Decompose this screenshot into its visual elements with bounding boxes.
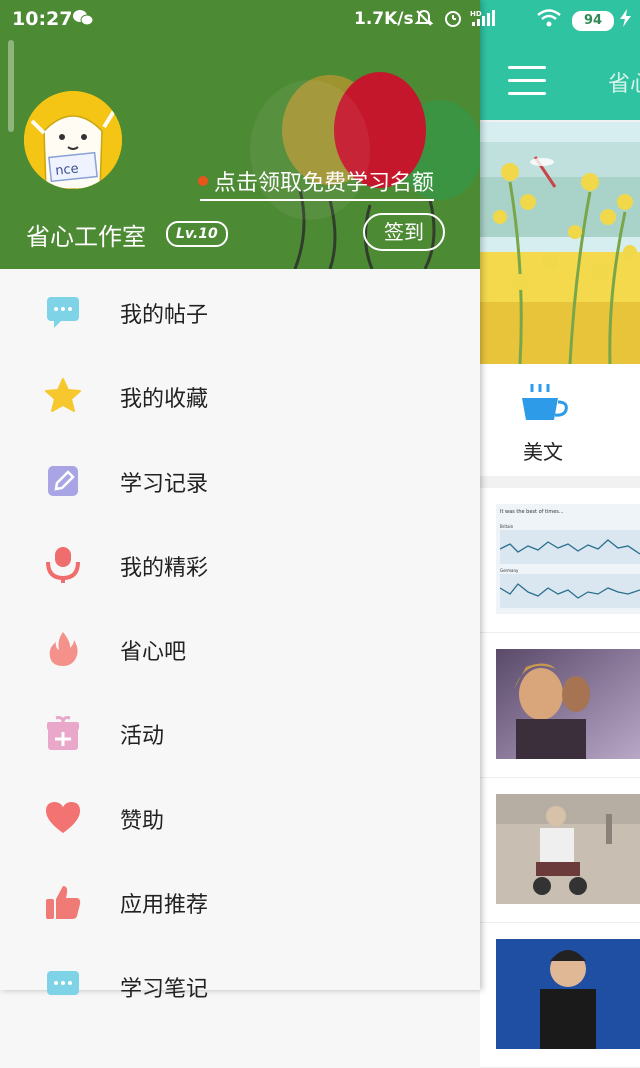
- wechat-icon: [72, 9, 94, 31]
- microphone-icon: [44, 546, 82, 584]
- mute-icon: [414, 8, 434, 32]
- navigation-drawer: nce 点击领取免费学习名额 省心工作室 Lv.10 签到 我的帖子 我的收藏: [0, 0, 480, 1002]
- username: 省心工作室: [26, 223, 146, 251]
- menu-label: 学习记录: [120, 471, 209, 497]
- menu-item-study-records[interactable]: 学习记录: [0, 438, 480, 522]
- menu-item-favorites[interactable]: 我的收藏: [0, 353, 480, 437]
- svg-text:HD: HD: [470, 10, 482, 18]
- thumb-chart-label: Germany: [500, 568, 519, 573]
- list-item[interactable]: [480, 778, 640, 923]
- menu-label: 活动: [120, 724, 165, 750]
- main-topbar-title: 省心: [608, 72, 640, 97]
- menu-label: 省心吧: [120, 640, 187, 666]
- menu-label: 应用推荐: [120, 893, 209, 919]
- chat-bubble-icon: [44, 293, 82, 331]
- menu-item-app-recommend[interactable]: 应用推荐: [0, 859, 480, 943]
- wifi-icon: [536, 8, 562, 32]
- menu-item-my-posts[interactable]: 我的帖子: [0, 269, 480, 353]
- edit-icon: [44, 462, 82, 500]
- hd-signal-icon: HD: [470, 8, 500, 32]
- list-item[interactable]: [480, 633, 640, 778]
- menu-item-sponsor[interactable]: 赞助: [0, 775, 480, 859]
- thumbs-up-icon: [44, 883, 82, 921]
- article-thumbnail: [496, 794, 640, 904]
- alarm-icon: [443, 8, 463, 32]
- menu-item-forum[interactable]: 省心吧: [0, 606, 480, 690]
- menu-label: 赞助: [120, 808, 165, 834]
- banner-image[interactable]: [480, 122, 640, 364]
- scroll-indicator: [8, 40, 14, 132]
- thumb-chart-title: It was the best of times...: [500, 509, 564, 515]
- status-time: 10:27: [12, 8, 73, 30]
- note-icon: [44, 967, 82, 1005]
- heart-icon: [44, 799, 82, 837]
- signin-button[interactable]: 签到: [363, 213, 445, 251]
- article-thumbnail: [496, 939, 640, 1049]
- menu-item-study-notes[interactable]: 学习笔记: [0, 943, 480, 1027]
- drawer-menu: 我的帖子 我的收藏 学习记录 我的精彩 省心吧 活动 赞助 应用推荐 学习笔记: [0, 269, 480, 1028]
- article-thumbnail: It was the best of times... Britain Germ…: [496, 504, 640, 614]
- main-content: 省心: [480, 0, 640, 1068]
- avatar-text: nce: [55, 161, 80, 178]
- star-icon: [44, 377, 82, 415]
- promo-link[interactable]: 点击领取免费学习名额: [198, 165, 435, 201]
- net-speed: 1.7K/s: [354, 9, 414, 29]
- battery-indicator: 94: [572, 11, 614, 31]
- menu-label: 学习笔记: [120, 977, 209, 1003]
- thumb-chart-label: Britain: [500, 524, 514, 529]
- menu-item-events[interactable]: 活动: [0, 690, 480, 774]
- category-card[interactable]: 美文: [480, 364, 640, 476]
- promo-dot: [198, 176, 208, 186]
- gift-icon: [44, 714, 82, 752]
- menu-label: 我的帖子: [120, 303, 209, 328]
- article-list: It was the best of times... Britain Germ…: [480, 488, 640, 1068]
- avatar[interactable]: nce: [24, 91, 122, 189]
- list-item[interactable]: It was the best of times... Britain Germ…: [480, 488, 640, 633]
- menu-label: 我的精彩: [120, 555, 209, 581]
- article-thumbnail: [496, 649, 640, 759]
- cup-icon: [520, 384, 568, 430]
- menu-icon[interactable]: [508, 66, 546, 105]
- status-bar: 10:27 1.7K/s HD 94: [0, 0, 640, 40]
- flame-icon: [44, 630, 82, 668]
- menu-label: 我的收藏: [120, 387, 209, 413]
- menu-item-highlights[interactable]: 我的精彩: [0, 522, 480, 606]
- list-item[interactable]: [480, 923, 640, 1068]
- charging-icon: [616, 8, 636, 32]
- drawer-header: nce 点击领取免费学习名额 省心工作室 Lv.10 签到: [0, 0, 480, 269]
- promo-text: 点击领取免费学习名额: [214, 171, 435, 196]
- category-label: 美文: [523, 440, 563, 464]
- level-badge: Lv.10: [166, 221, 228, 247]
